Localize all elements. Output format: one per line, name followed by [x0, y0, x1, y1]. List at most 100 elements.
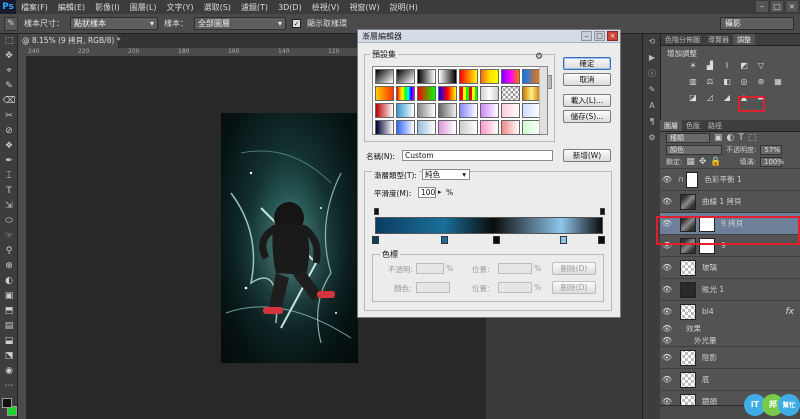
menu-help[interactable]: 說明(H)	[385, 2, 423, 13]
gradient-tool-icon[interactable]: ⇲	[0, 199, 18, 214]
channel-mixer-icon[interactable]: ⊛	[755, 76, 767, 87]
menu-select[interactable]: 選取(S)	[199, 2, 236, 13]
effects-row[interactable]: 👁 效果	[660, 322, 800, 334]
layer-row[interactable]: 👁 ⊓ 色彩平衡 1	[660, 168, 800, 190]
layer-row[interactable]: 👁 bl4 fx	[660, 300, 800, 322]
actions-panel-icon[interactable]: ▶	[643, 50, 661, 66]
foreground-color-swatch[interactable]	[2, 398, 12, 408]
brush-panel-icon[interactable]: ✎	[643, 82, 661, 98]
menu-filter[interactable]: 濾鏡(T)	[236, 2, 273, 13]
hand-tool-icon[interactable]: ⬒	[0, 304, 18, 319]
artwork-image[interactable]	[221, 113, 358, 363]
tab-paths[interactable]: 路徑	[704, 120, 726, 131]
exposure-icon[interactable]: ◩	[738, 60, 750, 71]
eyedropper-tool-icon[interactable]: ✂	[0, 109, 18, 124]
levels-icon[interactable]: ▟	[704, 60, 716, 71]
blur-tool-icon[interactable]: ⬭	[0, 214, 18, 229]
dialog-title-bar[interactable]: 漸層編輯器 – □ ×	[358, 30, 620, 43]
tab-layers[interactable]: 圖層	[660, 120, 682, 131]
gradient-preset-swatch[interactable]	[480, 103, 499, 118]
lock-pixels-icon[interactable]: ▦	[686, 157, 695, 167]
blend-mode-select[interactable]: 顏色	[666, 145, 722, 155]
minimize-icon[interactable]: –	[756, 1, 768, 12]
photo-filter-icon[interactable]: ◎	[738, 76, 750, 87]
opacity-stop-left[interactable]	[374, 208, 379, 215]
visibility-eye-icon[interactable]: 👁	[660, 197, 674, 206]
gradient-preset-swatch[interactable]	[417, 120, 436, 135]
layer-row[interactable]: 👁 底	[660, 368, 800, 390]
ok-button[interactable]: 確定	[563, 57, 611, 70]
gradient-preset-swatch[interactable]	[396, 103, 415, 118]
gradient-preset-swatch[interactable]	[375, 103, 394, 118]
color-stop[interactable]	[493, 236, 500, 244]
eyedropper-tool-icon[interactable]: ✎	[4, 16, 18, 31]
menu-window[interactable]: 視窗(W)	[344, 2, 384, 13]
gradient-preset-swatch[interactable]	[417, 86, 436, 101]
gradient-preset-swatch[interactable]	[438, 86, 457, 101]
invert-icon[interactable]: ◪	[687, 92, 699, 103]
menu-image[interactable]: 影像(I)	[90, 2, 125, 13]
visibility-eye-icon[interactable]: 👁	[660, 285, 674, 294]
gradient-preset-swatch[interactable]	[375, 86, 394, 101]
name-input[interactable]: Custom	[402, 150, 553, 161]
gradient-preset-swatch[interactable]	[417, 103, 436, 118]
color-stop[interactable]	[441, 236, 448, 244]
scrollbar-thumb[interactable]	[547, 75, 552, 89]
pen-tool-icon[interactable]: ⚲	[0, 244, 18, 259]
gradient-preset-swatch[interactable]	[480, 86, 499, 101]
menu-type[interactable]: 文字(Y)	[161, 2, 198, 13]
eraser-tool-icon[interactable]: T	[0, 184, 18, 199]
layer-row[interactable]: 👁 曲線 1 拷貝	[660, 190, 800, 212]
smoothness-input[interactable]: 100	[418, 187, 436, 198]
layer-filter-select[interactable]: 種類	[666, 133, 710, 143]
gradient-preset-swatch[interactable]	[396, 69, 415, 84]
lock-position-icon[interactable]: ✥	[699, 157, 707, 167]
dodge-tool-icon[interactable]: ☞	[0, 229, 18, 244]
close-icon[interactable]: ×	[786, 1, 798, 12]
visibility-eye-icon[interactable]: 👁	[660, 375, 674, 384]
color-balance-icon[interactable]: ⚖	[704, 76, 716, 87]
visibility-eye-icon[interactable]: 👁	[660, 175, 674, 184]
vibrance-icon[interactable]: ▽	[755, 60, 767, 71]
menu-view[interactable]: 檢視(V)	[307, 2, 345, 13]
stamp-tool-icon[interactable]: ✒	[0, 154, 18, 169]
menu-file[interactable]: 檔案(F)	[16, 2, 53, 13]
posterize-icon[interactable]: ◿	[704, 92, 716, 103]
filter-pixel-icon[interactable]: ▣	[714, 133, 723, 143]
tab-channels[interactable]: 色版	[682, 120, 704, 131]
cancel-button[interactable]: 取消	[563, 73, 611, 86]
crop-tool-icon[interactable]: ⌫	[0, 94, 18, 109]
extra-tool-icon[interactable]: ⬓	[0, 334, 18, 349]
lock-all-icon[interactable]: 🔒	[710, 157, 721, 167]
gear-icon[interactable]: ⚙	[535, 52, 543, 62]
hue-saturation-icon[interactable]: ▥	[687, 76, 699, 87]
gradient-preset-swatch[interactable]	[375, 69, 394, 84]
new-button[interactable]: 新增(W)	[563, 149, 611, 162]
color-stop[interactable]	[598, 236, 605, 244]
show-ring-checkbox[interactable]: ✓	[292, 19, 301, 28]
quick-select-tool-icon[interactable]: ✎	[0, 79, 18, 94]
effect-item-row[interactable]: 👁 外光暈	[660, 334, 800, 346]
gradient-preset-swatch[interactable]	[417, 69, 436, 84]
screen-mode-icon[interactable]: ◉	[0, 364, 18, 379]
visibility-eye-icon[interactable]: 👁	[660, 324, 674, 333]
save-button[interactable]: 儲存(S)...	[563, 110, 611, 123]
zoom-tool-icon[interactable]: ▤	[0, 319, 18, 334]
gradient-preview-bar[interactable]	[375, 217, 603, 234]
shape-tool-icon[interactable]: ▣	[0, 289, 18, 304]
lasso-tool-icon[interactable]: ⌖	[0, 64, 18, 79]
black-white-icon[interactable]: ◧	[721, 76, 733, 87]
threshold-icon[interactable]: ◢	[721, 92, 733, 103]
maximize-icon[interactable]: □	[771, 1, 783, 12]
workspace-select[interactable]: 攝影	[720, 17, 794, 30]
gradient-preset-swatch[interactable]	[375, 120, 394, 135]
gradient-preset-swatch[interactable]	[480, 120, 499, 135]
info-panel-icon[interactable]: ⓘ	[643, 66, 661, 82]
history-panel-icon[interactable]: ⟲	[643, 34, 661, 50]
move-tool-icon[interactable]: ✥	[0, 49, 18, 64]
character-panel-icon[interactable]: A	[643, 98, 661, 114]
opacity-input[interactable]: 57%	[760, 145, 783, 155]
sample-size-select[interactable]: 點狀樣本 ▾	[70, 17, 158, 30]
menu-layer[interactable]: 圖層(L)	[125, 2, 162, 13]
filter-shape-icon[interactable]: ⬚	[748, 133, 757, 143]
